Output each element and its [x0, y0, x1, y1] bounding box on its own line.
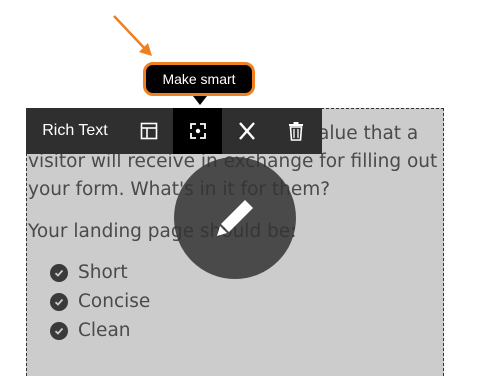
make-smart-tooltip: Make smart	[143, 62, 255, 96]
list-item: Clean	[50, 316, 442, 345]
check-circle-icon	[50, 263, 68, 282]
list-item-text: Clean	[78, 319, 131, 341]
list-item: Concise	[50, 287, 442, 316]
list-item-text: Concise	[78, 290, 151, 312]
tooltip-text: Make smart	[162, 71, 236, 87]
cut-button[interactable]	[222, 108, 271, 154]
edit-module-button[interactable]	[174, 157, 296, 279]
make-smart-icon	[189, 123, 206, 139]
layout-button[interactable]	[124, 108, 173, 154]
cut-icon	[238, 122, 255, 140]
list-item-text: Short	[78, 261, 128, 283]
toolbar-label: Rich Text	[42, 122, 108, 139]
check-circle-icon	[50, 292, 68, 311]
make-smart-button[interactable]	[173, 108, 222, 154]
check-circle-icon	[50, 321, 68, 340]
module-toolbar: Rich Text	[26, 108, 322, 154]
pencil-icon	[217, 200, 253, 236]
pointer-arrow-icon	[113, 15, 152, 56]
layout-icon	[140, 122, 157, 140]
delete-button[interactable]	[271, 108, 320, 154]
tooltip-tail	[193, 96, 207, 105]
trash-icon	[288, 122, 303, 141]
